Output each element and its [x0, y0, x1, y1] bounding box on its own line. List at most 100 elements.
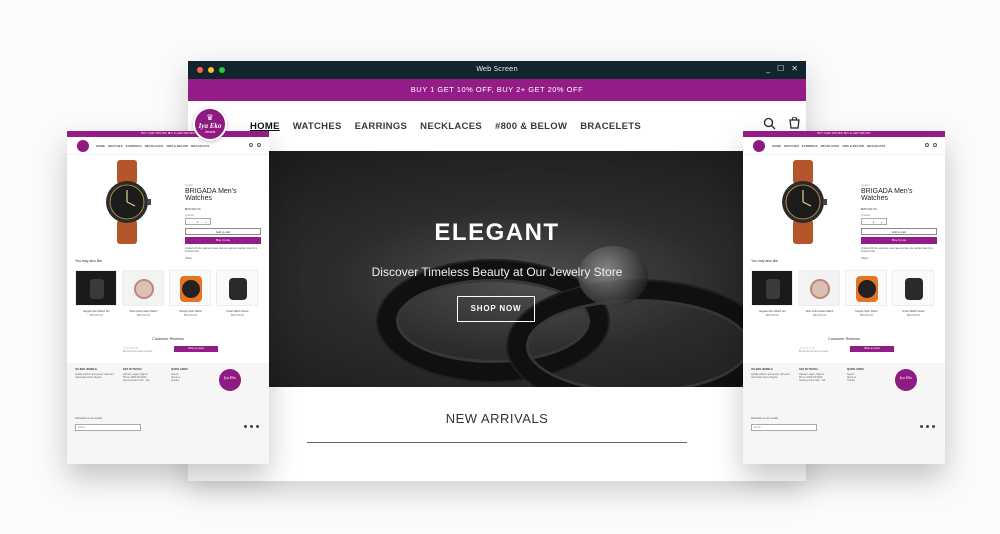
mock-nav-item[interactable]: #800 & BELOW — [842, 144, 864, 148]
write-review-button[interactable]: Write a review — [850, 346, 894, 352]
qty-minus[interactable]: - — [865, 220, 866, 224]
mock-nav-item[interactable]: NECKLACES — [821, 144, 840, 148]
card-name: Elegant Men Watch Set — [83, 310, 110, 313]
watch-image — [782, 160, 827, 244]
mock-nav-item[interactable]: HOME — [96, 144, 105, 148]
crown-icon: ♛ — [206, 113, 214, 122]
reviews-title: Customer Reviews — [828, 337, 860, 341]
share-link[interactable]: Share — [861, 257, 941, 260]
qty-plus[interactable]: + — [881, 220, 883, 224]
product-card[interactable]: Rose Gold Ladies Watch ₦42,000.00 — [122, 270, 165, 325]
card-name: Orange Sport Watch — [179, 310, 202, 313]
share-link[interactable]: Share — [185, 257, 265, 260]
mock-logo[interactable] — [77, 140, 89, 152]
minimize-icon[interactable]: _ — [766, 64, 770, 73]
card-name: Smart Watch Series — [902, 310, 925, 313]
hero-subtitle: Discover Timeless Beauty at Our Jewelry … — [371, 265, 623, 279]
mock-nav-item[interactable]: BRACELETS — [191, 144, 209, 148]
footer-link[interactable]: Contact — [847, 380, 891, 383]
quantity-label: Quantity — [861, 214, 871, 217]
logo-sub: Jewels — [204, 130, 216, 134]
cart-icon[interactable] — [933, 143, 937, 147]
buy-now-button[interactable]: Buy it now — [185, 237, 261, 244]
mock-nav-item[interactable]: HOME — [772, 144, 781, 148]
nav-bracelets[interactable]: BRACELETS — [580, 121, 641, 132]
email-field[interactable]: Email — [751, 424, 817, 431]
mock-nav-item[interactable]: EARRINGS — [126, 144, 142, 148]
qty-value: 1 — [196, 219, 199, 224]
mock-nav-item[interactable]: WATCHES — [108, 144, 123, 148]
product-card[interactable]: Elegant Men Watch Set ₦38,000.00 — [751, 270, 794, 325]
email-field[interactable]: Email — [75, 424, 141, 431]
mock-nav-item[interactable]: #800 & BELOW — [166, 144, 188, 148]
product-card[interactable]: Smart Watch Series ₦29,000.00 — [892, 270, 935, 325]
product-card[interactable]: Rose Gold Ladies Watch ₦42,000.00 — [798, 270, 841, 325]
card-price: ₦35,000.00 — [860, 314, 873, 317]
mock-footer: IYA EKO JEWELS Quality watches and jewel… — [743, 363, 945, 464]
mock-header: HOME WATCHES EARRINGS NECKLACES #800 & B… — [743, 137, 945, 155]
window-title: Web Screen — [476, 65, 518, 73]
footer-heading: GET IN TOUCH — [799, 368, 818, 371]
product-card[interactable]: Smart Watch Series ₦29,000.00 — [216, 270, 259, 325]
buy-now-button[interactable]: Buy it now — [861, 237, 937, 244]
product-title: BRIGADA Men's Watches — [185, 188, 237, 202]
card-price: ₦42,000.00 — [137, 314, 150, 317]
shop-now-button[interactable]: SHOP NOW — [457, 296, 535, 322]
mock-nav-item[interactable]: WATCHES — [784, 144, 799, 148]
close-icon[interactable]: ✕ — [791, 64, 798, 73]
quantity-stepper[interactable]: - 1 + — [861, 218, 887, 225]
tiktok-icon[interactable] — [256, 425, 259, 428]
nav-watches[interactable]: WATCHES — [293, 121, 342, 132]
add-to-cart-button[interactable]: Add to cart — [185, 228, 261, 235]
hero-banner: ELEGANT Discover Timeless Beauty at Our … — [188, 151, 806, 387]
product-card[interactable]: Orange Sport Watch ₦35,000.00 — [845, 270, 888, 325]
footer-link[interactable]: Contact — [171, 380, 215, 383]
related-title: You may also like — [751, 259, 779, 263]
product-brand: Iya Eko — [185, 184, 194, 187]
footer-heading: IYA EKO JEWELS — [75, 368, 97, 371]
search-icon[interactable] — [249, 143, 253, 147]
nav-necklaces[interactable]: NECKLACES — [420, 121, 482, 132]
cart-icon[interactable] — [788, 117, 801, 130]
mock-nav-item[interactable]: NECKLACES — [145, 144, 164, 148]
card-price: ₦42,000.00 — [813, 314, 826, 317]
related-products: Elegant Men Watch Set ₦38,000.00 Rose Go… — [751, 270, 935, 325]
product-card[interactable]: Orange Sport Watch ₦35,000.00 — [169, 270, 212, 325]
card-price: ₦29,000.00 — [231, 314, 244, 317]
search-icon[interactable] — [763, 117, 776, 130]
product-card[interactable]: Elegant Men Watch Set ₦38,000.00 — [75, 270, 118, 325]
footer-heading: IYA EKO JEWELS — [751, 368, 773, 371]
footer-logo: Iya Eko — [219, 369, 241, 391]
mock-nav-item[interactable]: BRACELETS — [867, 144, 885, 148]
facebook-icon[interactable] — [244, 425, 247, 428]
logo-name: Iya Eko — [198, 122, 222, 130]
footer-text: Quality watches and jewelry delivered na… — [751, 374, 790, 380]
write-review-button[interactable]: Write a review — [174, 346, 218, 352]
mock-logo[interactable] — [753, 140, 765, 152]
nav-earrings[interactable]: EARRINGS — [355, 121, 408, 132]
search-icon[interactable] — [925, 143, 929, 147]
maximize-icon[interactable]: ☐ — [777, 64, 784, 73]
quantity-stepper[interactable]: - 1 + — [185, 218, 211, 225]
product-description: Crafted with fine stainless steel case a… — [185, 247, 257, 253]
add-to-cart-button[interactable]: Add to cart — [861, 228, 937, 235]
facebook-icon[interactable] — [920, 425, 923, 428]
qty-minus[interactable]: - — [189, 220, 190, 224]
card-name: Rose Gold Ladies Watch — [805, 310, 834, 313]
qty-plus[interactable]: + — [205, 220, 207, 224]
mock-header: HOME WATCHES EARRINGS NECKLACES #800 & B… — [67, 137, 269, 155]
subscribe-label: Subscribe to our emails — [751, 417, 779, 420]
tiktok-icon[interactable] — [932, 425, 935, 428]
product-title: BRIGADA Men's Watches — [861, 188, 913, 202]
reviews-title: Customer Reviews — [152, 337, 184, 341]
section-divider — [307, 442, 687, 443]
nav-800-below[interactable]: #800 & BELOW — [495, 121, 567, 132]
logo[interactable]: ♛ Iya Eko Jewels — [193, 107, 227, 141]
cart-icon[interactable] — [257, 143, 261, 147]
footer-heading: QUICK LINKS — [847, 368, 864, 371]
instagram-icon[interactable] — [926, 425, 929, 428]
page-stage: Web Screen _ ☐ ✕ BUY 1 GET 10% OFF, BUY … — [0, 0, 1000, 534]
browser-window: Web Screen _ ☐ ✕ BUY 1 GET 10% OFF, BUY … — [188, 61, 806, 481]
mock-nav-item[interactable]: EARRINGS — [802, 144, 818, 148]
instagram-icon[interactable] — [250, 425, 253, 428]
